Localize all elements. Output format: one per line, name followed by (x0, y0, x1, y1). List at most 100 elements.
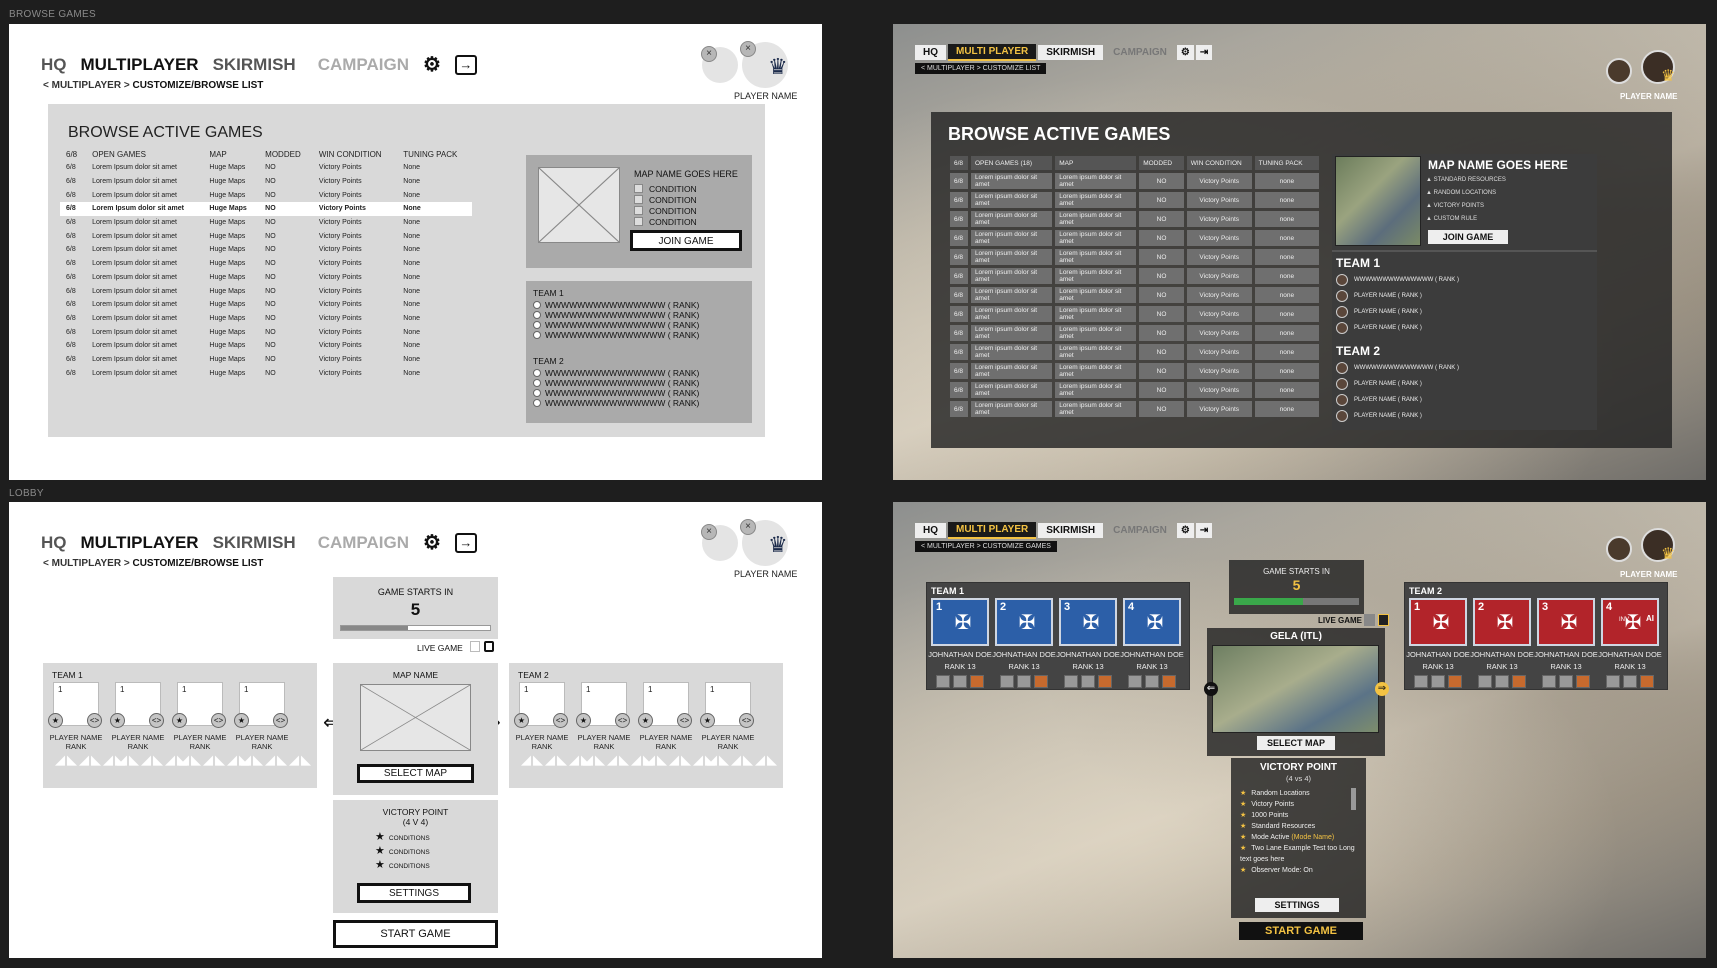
close-icon[interactable]: × (740, 41, 756, 57)
table-row[interactable]: 6/8 Lorem ipsum dolor sit amet Lorem ipsum… (950, 363, 1319, 379)
loadout-icon[interactable] (1640, 675, 1654, 688)
loadout-icon[interactable] (970, 675, 984, 688)
table-row[interactable]: 6/8 Lorem Ipsum dolor sit amet Huge Maps NO… (60, 271, 472, 285)
radio[interactable] (533, 369, 541, 377)
col-open-games[interactable]: OPEN GAMES (18) (970, 156, 1053, 170)
team-row[interactable]: PLAYER NAME ( RANK ) (1336, 320, 1459, 336)
star-icon[interactable]: ★ (48, 713, 63, 728)
player-slot[interactable]: 1 ★ <> PLAYER NAME RANK ◢◣◢◣◢◣ (234, 682, 311, 782)
table-row[interactable]: 6/8 Lorem Ipsum dolor sit amet Huge Maps NO… (60, 257, 472, 271)
player-card[interactable]: 3 ✠ (1059, 598, 1117, 646)
player-card[interactable]: 3 ✠ (1537, 598, 1595, 646)
loadout-icon[interactable] (1162, 675, 1176, 688)
star-icon[interactable]: ★ (576, 713, 591, 728)
loadout-icons[interactable] (931, 675, 989, 689)
table-row[interactable]: 6/8 Lorem Ipsum dolor sit amet Huge Maps NO… (60, 284, 472, 298)
col-win-condition[interactable]: WIN CONDITION (313, 148, 397, 161)
start-game-button[interactable]: START GAME (1239, 922, 1363, 940)
player-slot[interactable]: 1 ★ <> PLAYER NAME RANK ◢◣◢◣◢◣ (48, 682, 125, 782)
loadout-icon[interactable] (1606, 675, 1620, 688)
table-row[interactable]: 6/8 Lorem Ipsum dolor sit amet Huge Maps NO… (60, 366, 472, 380)
loadout-icons[interactable] (1601, 675, 1659, 689)
team-row[interactable]: WWWWWWWWWWWWWWW ( RANK) (533, 368, 699, 378)
loadout-icon[interactable] (1431, 675, 1445, 688)
table-row[interactable]: 6/8 Lorem ipsum dolor sit amet Lorem ipsum… (950, 211, 1319, 227)
col-tuning-pack[interactable]: TUNING PACK (1254, 156, 1319, 170)
loadout-icon[interactable] (1623, 675, 1637, 688)
radio[interactable] (533, 301, 541, 309)
exit-icon[interactable]: → (454, 54, 477, 75)
loadout-icon[interactable] (936, 675, 950, 688)
checkbox[interactable] (634, 195, 643, 204)
col-open-games[interactable]: OPEN GAMES (86, 148, 203, 161)
team-row[interactable]: PLAYER NAME ( RANK ) (1336, 304, 1459, 320)
loadout-icon[interactable] (1145, 675, 1159, 688)
close-icon[interactable]: × (740, 519, 756, 535)
star-icon[interactable]: ★ (514, 713, 529, 728)
table-row[interactable]: 6/8 Lorem Ipsum dolor sit amet Huge Maps NO… (60, 298, 472, 312)
unlock-icon[interactable] (470, 641, 480, 652)
loadout-icon[interactable] (1495, 675, 1509, 688)
loadout-icons[interactable] (1123, 675, 1181, 689)
swap-icon[interactable]: <> (739, 713, 754, 728)
table-row[interactable]: 6/8 Lorem Ipsum dolor sit amet Huge Maps NO… (60, 216, 472, 230)
start-game-button[interactable]: START GAME (333, 920, 498, 948)
team-row[interactable]: WWWWWWWWWWWWWWW ( RANK) (533, 300, 699, 310)
table-row[interactable]: 6/8 Lorem ipsum dolor sit amet Lorem ipsum… (950, 401, 1319, 417)
team-row[interactable]: WWWWWWWWWWWWWW ( RANK ) (1336, 272, 1459, 288)
nav-multiplayer[interactable]: MULTIPLAYER (81, 55, 199, 75)
player-slot[interactable]: 1 ★ <> PLAYER NAME RANK ◢◣◢◣◢◣ (700, 682, 777, 782)
radio[interactable] (533, 321, 541, 329)
nav-hq[interactable]: HQ (41, 533, 67, 553)
table-row[interactable]: 6/8 Lorem Ipsum dolor sit amet Huge Maps NO… (60, 161, 472, 175)
team-row[interactable]: PLAYER NAME ( RANK ) (1336, 408, 1459, 424)
table-row[interactable]: 6/8 Lorem Ipsum dolor sit amet Huge Maps NO… (60, 339, 472, 353)
select-map-button[interactable]: SELECT MAP (357, 764, 474, 783)
scrollbar[interactable] (1351, 788, 1356, 810)
loadout-icon[interactable] (1448, 675, 1462, 688)
table-row[interactable]: 6/8 Lorem Ipsum dolor sit amet Huge Maps NO… (60, 229, 472, 243)
exit-icon[interactable]: → (454, 532, 477, 553)
checkbox[interactable] (634, 217, 643, 226)
avatar[interactable] (1606, 536, 1632, 562)
exit-icon[interactable]: ⇥ (1195, 523, 1213, 538)
radio[interactable] (533, 399, 541, 407)
loadout-icons[interactable] (1059, 675, 1117, 689)
player-slot[interactable]: 1 ★ <> PLAYER NAME RANK ◢◣◢◣◢◣ (110, 682, 187, 782)
table-row[interactable]: 6/8 Lorem ipsum dolor sit amet Lorem ipsum… (950, 249, 1319, 265)
col-tuning-pack[interactable]: TUNING PACK (397, 148, 472, 161)
select-map-button[interactable]: SELECT MAP (1257, 736, 1335, 750)
col-win-condition[interactable]: WIN CONDITION (1186, 156, 1252, 170)
table-row[interactable]: 6/8 Lorem ipsum dolor sit amet Lorem ipsum… (950, 325, 1319, 341)
star-icon[interactable]: ★ (638, 713, 653, 728)
loadout-icon[interactable] (1000, 675, 1014, 688)
nav-campaign[interactable]: CAMPAIGN (1105, 523, 1175, 538)
settings-button[interactable]: SETTINGS (1255, 898, 1339, 912)
nav-hq[interactable]: HQ (41, 55, 67, 75)
table-row[interactable]: 6/8 Lorem ipsum dolor sit amet Lorem ipsum… (950, 344, 1319, 360)
nav-hq[interactable]: HQ (915, 45, 946, 60)
radio[interactable] (533, 331, 541, 339)
gear-icon[interactable]: ⚙ (423, 52, 441, 77)
gear-icon[interactable]: ⚙ (1176, 45, 1194, 60)
loadout-icon[interactable] (1559, 675, 1573, 688)
table-row[interactable]: 6/8 Lorem ipsum dolor sit amet Lorem ipsum… (950, 192, 1319, 208)
col-slots[interactable]: 6/8 (60, 148, 86, 161)
table-row[interactable]: 6/8 Lorem Ipsum dolor sit amet Huge Maps NO… (60, 312, 472, 326)
swap-icon[interactable]: <> (87, 713, 102, 728)
player-card[interactable]: 1 ✠ (931, 598, 989, 646)
checkbox[interactable] (634, 206, 643, 215)
swap-icon[interactable]: <> (615, 713, 630, 728)
col-map[interactable]: MAP (203, 148, 259, 161)
player-slot[interactable]: 1 ★ <> PLAYER NAME RANK ◢◣◢◣◢◣ (514, 682, 591, 782)
star-icon[interactable]: ★ (110, 713, 125, 728)
table-row[interactable]: 6/8 Lorem Ipsum dolor sit amet Huge Maps NO… (60, 188, 472, 202)
table-row[interactable]: 6/8 Lorem ipsum dolor sit amet Lorem ipsum… (950, 306, 1319, 322)
table-row[interactable]: 6/8 Lorem Ipsum dolor sit amet Huge Maps NO… (60, 243, 472, 257)
settings-button[interactable]: SETTINGS (357, 883, 471, 903)
nav-multiplayer[interactable]: MULTI PLAYER (948, 44, 1037, 61)
nav-skirmish[interactable]: SKIRMISH (1038, 523, 1104, 538)
team-row[interactable]: WWWWWWWWWWWWWWW ( RANK) (533, 378, 699, 388)
col-modded[interactable]: MODDED (259, 148, 313, 161)
player-slot[interactable]: 1 ★ <> PLAYER NAME RANK ◢◣◢◣◢◣ (638, 682, 715, 782)
